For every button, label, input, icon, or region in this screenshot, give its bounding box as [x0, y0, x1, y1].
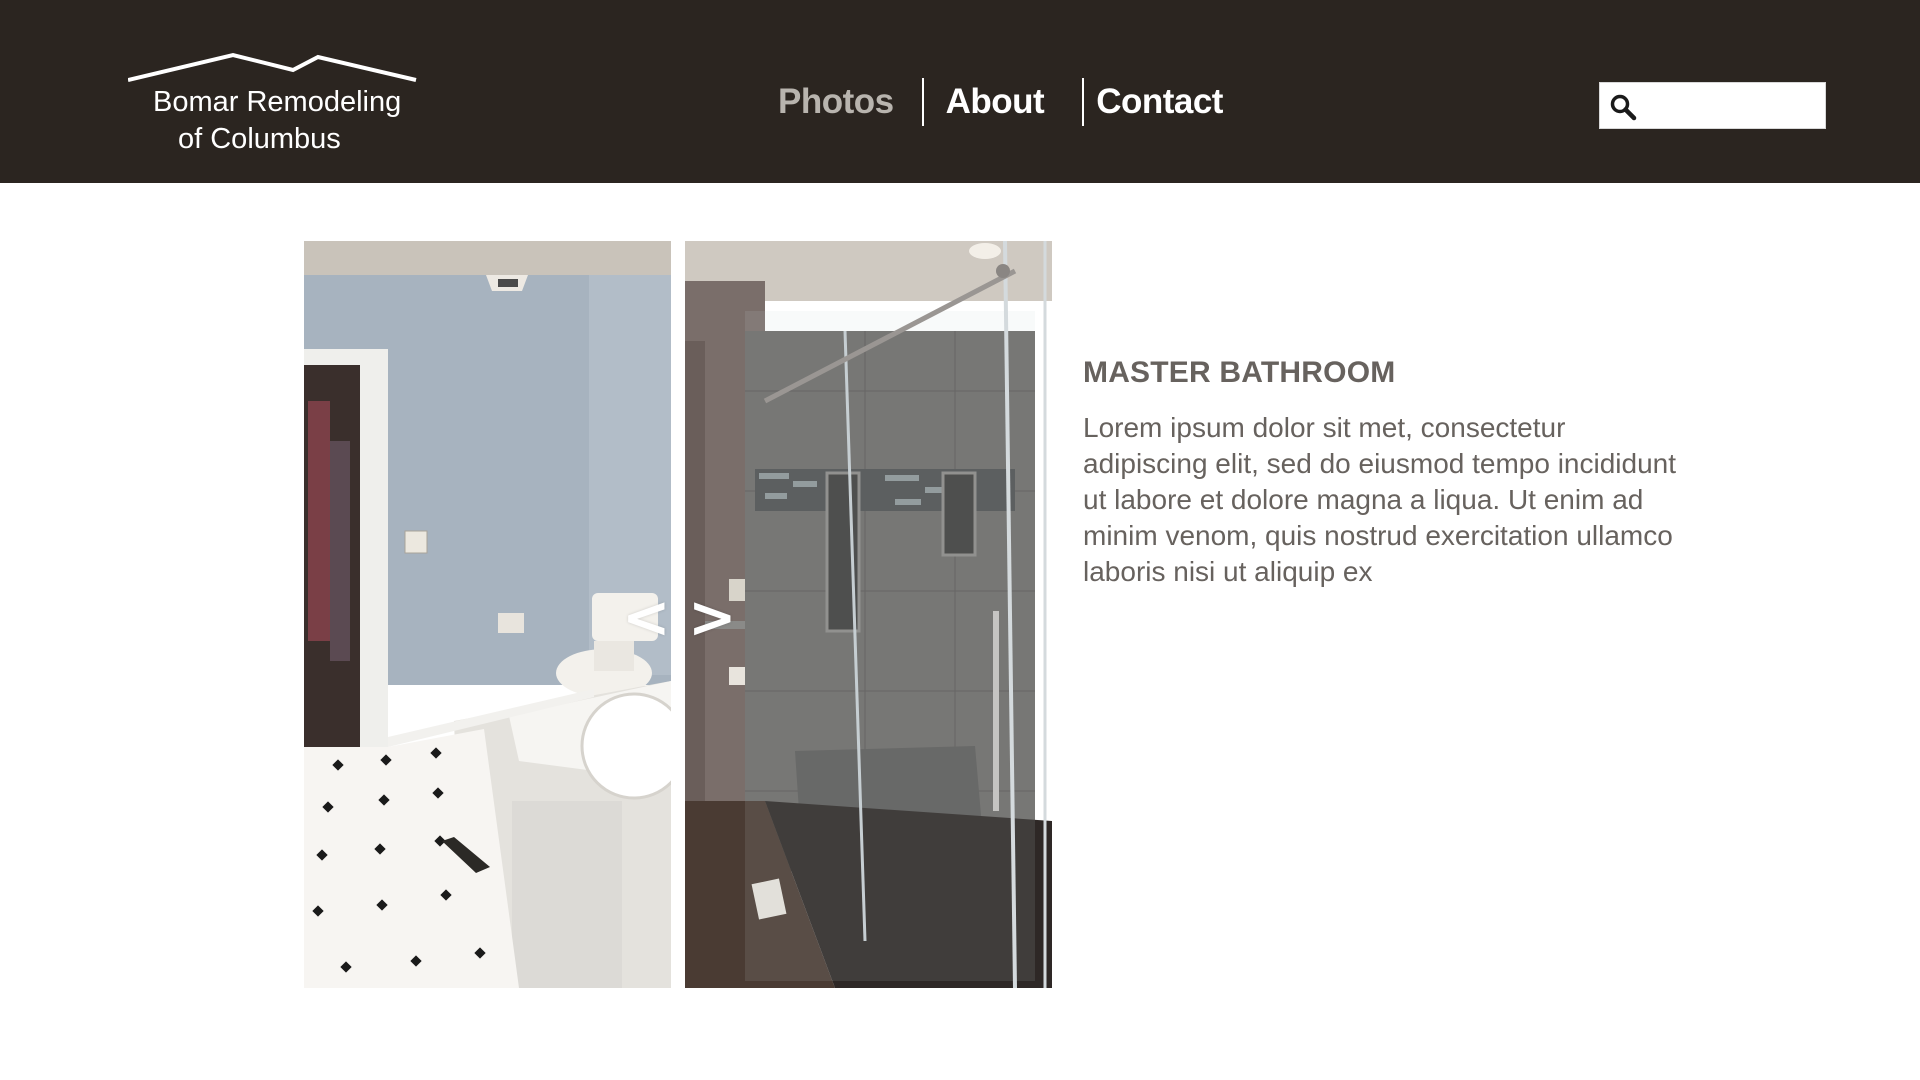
search-box: [1599, 82, 1826, 129]
nav-divider: [1082, 78, 1085, 126]
nav-about[interactable]: About: [946, 82, 1045, 122]
search-icon[interactable]: [1609, 93, 1637, 121]
main-nav: Photos About Contact: [760, 78, 1223, 126]
logo-text-line2: of Columbus: [178, 123, 341, 155]
previous-arrow-button[interactable]: <: [622, 588, 671, 646]
project-description: Lorem ipsum dolor sit met, consectetur a…: [1083, 412, 1677, 587]
search-input[interactable]: [1644, 87, 1820, 125]
next-arrow-button[interactable]: >: [688, 588, 737, 646]
before-after-gallery: < >: [304, 241, 1052, 988]
bathroom-after-photo: [685, 241, 1052, 988]
project-title: MASTER BATHROOM: [1083, 356, 1396, 389]
bathroom-before-photo: [304, 241, 671, 988]
roof-logo-icon: [128, 52, 417, 82]
logo-text-line1: Bomar Remodeling: [153, 86, 402, 118]
logo[interactable]: Bomar Remodeling of Columbus: [128, 52, 418, 162]
nav-divider: [921, 78, 924, 126]
nav-photos[interactable]: Photos: [778, 82, 894, 122]
site-header: Bomar Remodeling of Columbus Photos Abou…: [0, 0, 1920, 183]
nav-contact[interactable]: Contact: [1096, 82, 1223, 122]
